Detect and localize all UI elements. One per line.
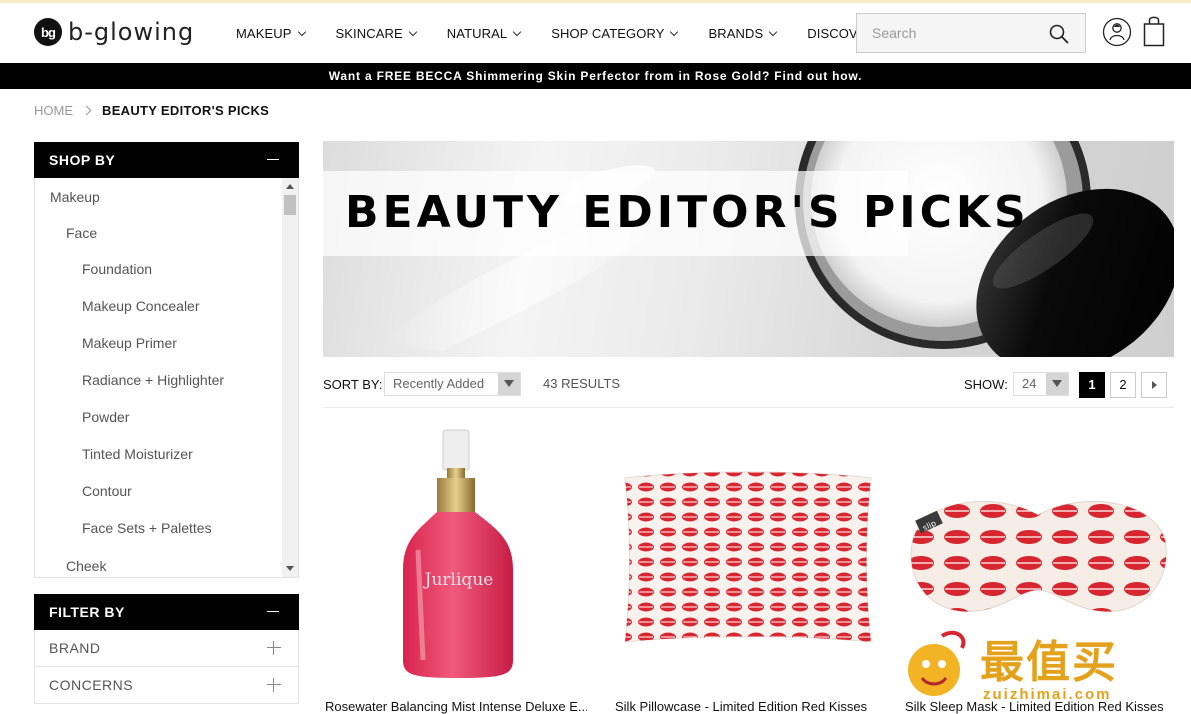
main-nav: MAKEUP SKINCARE NATURAL SHOP CATEGORY BR… bbox=[236, 26, 929, 41]
shop-by-category-list: Makeup Face Foundation Makeup Concealer … bbox=[34, 178, 299, 578]
results-count: 43 RESULTS bbox=[543, 376, 621, 391]
filter-brand[interactable]: BRAND bbox=[34, 630, 299, 667]
scroll-up-arrow-icon[interactable] bbox=[286, 184, 294, 189]
chevron-down-icon bbox=[297, 27, 306, 36]
product-name[interactable]: Silk Pillowcase - Limited Edition Red Ki… bbox=[615, 699, 877, 714]
show-label: SHOW: bbox=[964, 377, 1008, 392]
breadcrumb-current: BEAUTY EDITOR'S PICKS bbox=[102, 103, 270, 118]
collapse-icon[interactable] bbox=[267, 611, 279, 612]
show-per-page-select[interactable]: 24 bbox=[1013, 372, 1069, 396]
collapse-icon[interactable] bbox=[267, 159, 279, 160]
nav-item-brands[interactable]: BRANDS bbox=[708, 26, 778, 41]
category-foundation[interactable]: Foundation bbox=[82, 261, 152, 277]
filter-concerns[interactable]: CONCERNS bbox=[34, 667, 299, 704]
sort-by-select[interactable]: Recently Added bbox=[384, 372, 521, 396]
site-logo[interactable]: bg b-glowing bbox=[34, 18, 194, 46]
shop-by-title: SHOP BY bbox=[49, 152, 116, 168]
category-face-sets-palettes[interactable]: Face Sets + Palettes bbox=[82, 520, 212, 536]
product-card[interactable]: Jurlique Rosewater Balancing Mist Intens… bbox=[323, 420, 593, 714]
category-face[interactable]: Face bbox=[66, 225, 97, 241]
category-banner: BEAUTY EDITOR'S PICKS bbox=[323, 141, 1174, 357]
nav-label: SHOP CATEGORY bbox=[551, 26, 665, 41]
dropdown-arrow-icon[interactable] bbox=[1046, 373, 1068, 395]
nav-label: BRANDS bbox=[708, 26, 764, 41]
filter-by-header[interactable]: FILTER BY bbox=[34, 594, 299, 630]
dropdown-arrow-icon[interactable] bbox=[498, 373, 520, 395]
chevron-down-icon bbox=[670, 27, 679, 36]
nav-label: NATURAL bbox=[446, 26, 508, 41]
chevron-right-icon bbox=[81, 105, 92, 116]
category-makeup[interactable]: Makeup bbox=[50, 189, 100, 205]
page-1-button[interactable]: 1 bbox=[1079, 372, 1105, 398]
toolbar-divider bbox=[323, 407, 1174, 408]
category-contour[interactable]: Contour bbox=[82, 483, 132, 499]
scroll-down-arrow-icon[interactable] bbox=[286, 566, 294, 571]
sort-toolbar: SORT BY: Recently Added 43 RESULTS SHOW:… bbox=[323, 372, 1174, 398]
nav-label: MAKEUP bbox=[236, 26, 292, 41]
sort-by-label: SORT BY: bbox=[323, 377, 383, 392]
category-makeup-primer[interactable]: Makeup Primer bbox=[82, 335, 177, 351]
promo-banner[interactable]: Want a FREE BECCA Shimmering Skin Perfec… bbox=[0, 63, 1191, 89]
svg-text:Jurlique: Jurlique bbox=[423, 570, 494, 590]
nav-item-makeup[interactable]: MAKEUP bbox=[236, 26, 306, 41]
watermark-text: 最值买 bbox=[980, 637, 1118, 688]
shop-by-header[interactable]: SHOP BY bbox=[34, 142, 299, 178]
expand-plus-icon[interactable] bbox=[267, 641, 281, 655]
nav-item-shop-category[interactable]: SHOP CATEGORY bbox=[551, 26, 679, 41]
search-input[interactable] bbox=[857, 14, 1037, 52]
filter-label: CONCERNS bbox=[49, 677, 134, 693]
category-makeup-concealer[interactable]: Makeup Concealer bbox=[82, 298, 200, 314]
product-card[interactable]: Silk Pillowcase - Limited Edition Red Ki… bbox=[613, 420, 883, 714]
category-cheek[interactable]: Cheek bbox=[66, 558, 106, 574]
watermark-url: zuizhimai.com bbox=[983, 686, 1112, 703]
chevron-down-icon bbox=[769, 27, 778, 36]
category-powder[interactable]: Powder bbox=[82, 409, 129, 425]
scrollbar-thumb[interactable] bbox=[284, 195, 296, 215]
logo-text: b-glowing bbox=[68, 18, 195, 46]
product-name[interactable]: Rosewater Balancing Mist Intense Deluxe … bbox=[325, 699, 587, 714]
nav-item-skincare[interactable]: SKINCARE bbox=[335, 26, 418, 41]
category-tinted-moisturizer[interactable]: Tinted Moisturizer bbox=[82, 446, 193, 462]
nav-item-natural[interactable]: NATURAL bbox=[446, 26, 522, 41]
product-image-silk-pillowcase[interactable] bbox=[613, 420, 883, 685]
search-box bbox=[856, 13, 1086, 53]
product-image-mist-bottle[interactable]: Jurlique bbox=[323, 420, 593, 685]
breadcrumb: HOME BEAUTY EDITOR'S PICKS bbox=[34, 103, 269, 118]
sort-by-value: Recently Added bbox=[393, 376, 485, 391]
site-header: bg b-glowing MAKEUP SKINCARE NATURAL SHO… bbox=[0, 3, 1191, 63]
logo-mark: bg bbox=[34, 18, 62, 46]
chevron-down-icon bbox=[512, 27, 522, 36]
breadcrumb-home[interactable]: HOME bbox=[34, 103, 73, 118]
account-icon[interactable] bbox=[1102, 17, 1132, 47]
filter-label: BRAND bbox=[49, 640, 101, 656]
page-2-button[interactable]: 2 bbox=[1110, 372, 1136, 398]
filter-by-title: FILTER BY bbox=[49, 604, 125, 620]
expand-plus-icon[interactable] bbox=[267, 678, 281, 692]
banner-title: BEAUTY EDITOR'S PICKS bbox=[345, 187, 1030, 238]
nav-label: SKINCARE bbox=[335, 26, 403, 41]
chevron-down-icon bbox=[408, 27, 418, 36]
show-value: 24 bbox=[1022, 376, 1037, 391]
shopping-bag-icon[interactable] bbox=[1143, 15, 1165, 47]
search-icon[interactable] bbox=[1049, 24, 1069, 44]
next-page-icon[interactable] bbox=[1141, 372, 1167, 398]
category-radiance-highlighter[interactable]: Radiance + Highlighter bbox=[82, 372, 224, 388]
category-scrollbar[interactable] bbox=[282, 178, 298, 577]
